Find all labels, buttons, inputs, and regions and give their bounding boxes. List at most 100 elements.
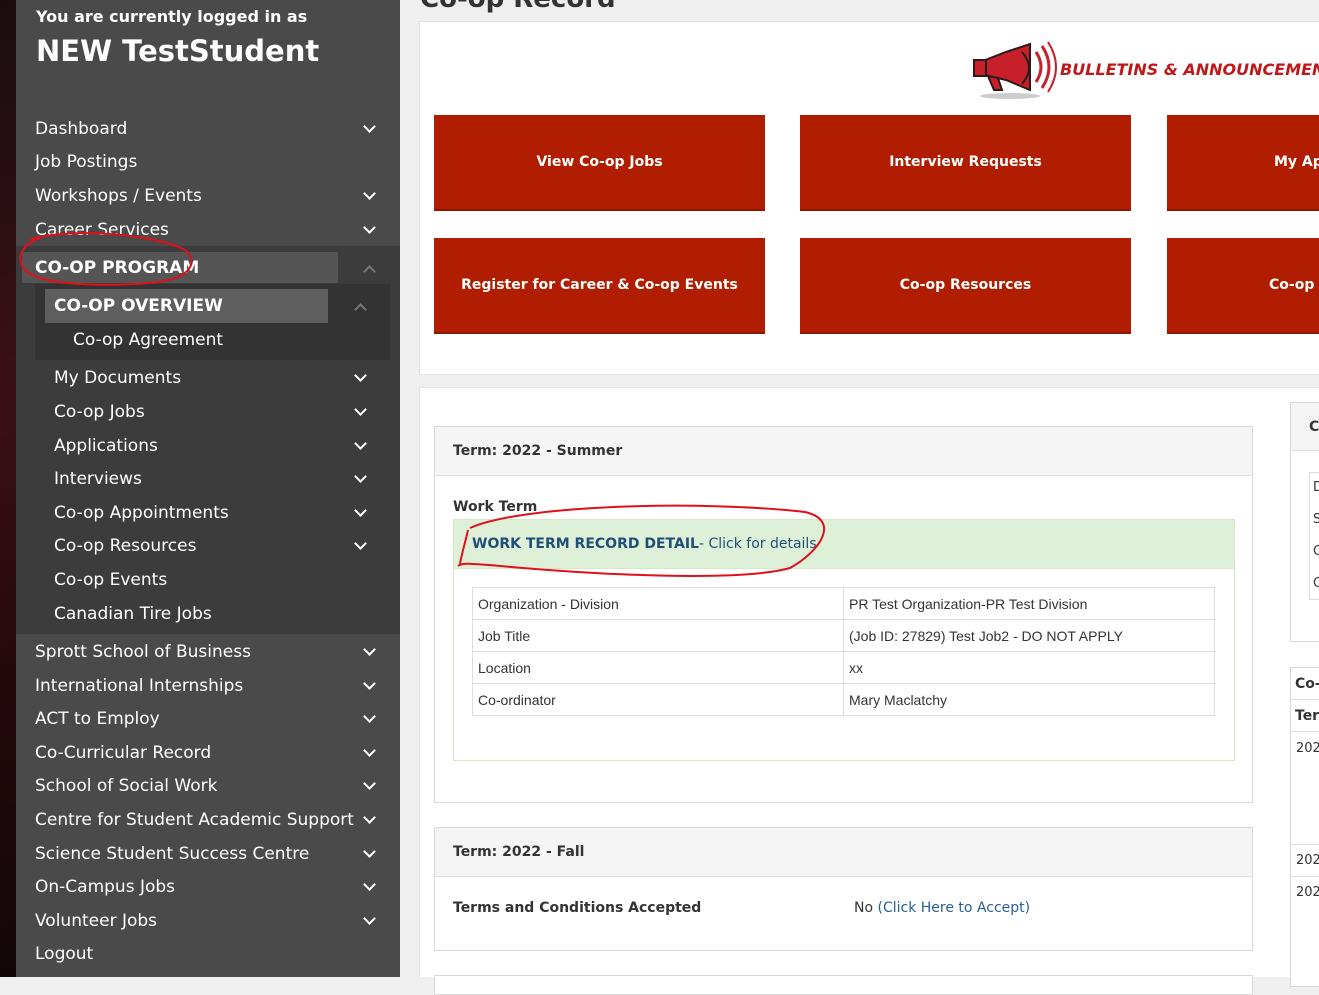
sidebar-item-coop-jobs[interactable]: Co-op Jobs — [16, 395, 400, 429]
sidebar-item-label: Co-op Appointments — [54, 503, 229, 523]
right-card-cell: 202 — [1296, 885, 1319, 900]
row-label: Job Title — [472, 619, 844, 652]
chevron-up-icon[interactable] — [354, 303, 367, 316]
chevron-down-icon[interactable] — [363, 221, 376, 234]
right-card-title: Co- — [1295, 676, 1319, 692]
work-term-detail-suffix[interactable]: - Click for details — [699, 536, 817, 552]
sidebar-item-volunteer[interactable]: Volunteer Jobs — [16, 904, 400, 938]
sidebar-item-act-employ[interactable]: ACT to Employ — [16, 702, 400, 736]
sidebar-item-label: School of Social Work — [35, 776, 218, 796]
right-card-cell: 202 — [1296, 741, 1319, 756]
interview-requests-button[interactable]: Interview Requests — [800, 115, 1131, 211]
sidebar-item-label: Workshops / Events — [35, 186, 202, 206]
sidebar-item-applications[interactable]: Applications — [16, 429, 400, 463]
sidebar-item-label: Volunteer Jobs — [35, 911, 158, 931]
chevron-down-icon[interactable] — [354, 437, 367, 450]
sidebar: You are currently logged in as NEW TestS… — [16, 0, 400, 977]
bulletin-banner[interactable]: BULLETINS & ANNOUNCEMENTS — [970, 38, 1319, 100]
sidebar-item-label: International Internships — [35, 676, 244, 696]
sidebar-item-workshops[interactable]: Workshops / Events — [16, 179, 400, 213]
table-row: Co-ordinator Mary Maclatchy — [472, 683, 1215, 716]
sidebar-item-on-campus[interactable]: On-Campus Jobs — [16, 870, 400, 904]
chevron-down-icon[interactable] — [354, 470, 367, 483]
sidebar-item-interviews[interactable]: Interviews — [16, 462, 400, 496]
row-label: Location — [472, 651, 844, 684]
view-coop-jobs-button[interactable]: View Co-op Jobs — [434, 115, 765, 211]
sidebar-item-academic-support[interactable]: Centre for Student Academic Support — [16, 803, 400, 837]
sidebar-item-label: Sprott School of Business — [35, 642, 251, 662]
sidebar-item-sprott[interactable]: Sprott School of Business — [16, 635, 400, 669]
sidebar-item-label: Canadian Tire Jobs — [54, 604, 212, 624]
sidebar-item-dashboard[interactable]: Dashboard — [16, 112, 400, 146]
megaphone-icon — [973, 41, 1057, 99]
my-applications-button[interactable]: My Ap — [1167, 115, 1319, 211]
sidebar-item-label: Co-op Events — [54, 570, 168, 590]
register-events-button[interactable]: Register for Career & Co-op Events — [434, 238, 765, 334]
chevron-down-icon[interactable] — [363, 878, 376, 891]
chevron-down-icon[interactable] — [363, 777, 376, 790]
term-card-fall: Term: 2022 - Fall Terms and Conditions A… — [434, 827, 1253, 951]
chevron-down-icon[interactable] — [354, 504, 367, 517]
sidebar-item-logout[interactable]: Logout — [16, 937, 400, 971]
chevron-down-icon[interactable] — [354, 369, 367, 382]
chevron-down-icon[interactable] — [354, 537, 367, 550]
sidebar-item-intl-internships[interactable]: International Internships — [16, 669, 400, 703]
chevron-down-icon[interactable] — [363, 643, 376, 656]
sidebar-item-coop-program[interactable]: CO-OP PROGRAM — [16, 251, 400, 285]
chevron-down-icon[interactable] — [354, 403, 367, 416]
chevron-up-icon[interactable] — [363, 265, 376, 278]
term-card-summer: Term: 2022 - Summer Work Term WORK TERM … — [434, 426, 1253, 803]
sidebar-item-label: Career Services — [35, 220, 169, 240]
sidebar-item-job-postings[interactable]: Job Postings — [16, 145, 400, 179]
sidebar-item-label: Co-op Resources — [54, 536, 197, 556]
sidebar-item-science-success[interactable]: Science Student Success Centre — [16, 837, 400, 871]
sidebar-item-coop-agreement[interactable]: Co-op Agreement — [16, 323, 400, 357]
bulletin-text[interactable]: BULLETINS & ANNOUNCEMENTS — [1060, 60, 1319, 79]
accept-terms-link[interactable]: (Click Here to Accept) — [878, 900, 1031, 916]
sidebar-item-social-work[interactable]: School of Social Work — [16, 769, 400, 803]
chevron-down-icon[interactable] — [363, 187, 376, 200]
sidebar-item-label: CO-OP OVERVIEW — [54, 296, 223, 316]
sidebar-item-coop-appointments[interactable]: Co-op Appointments — [16, 496, 400, 530]
term-card-next — [434, 975, 1253, 995]
sidebar-item-canadian-tire-jobs[interactable]: Canadian Tire Jobs — [16, 597, 400, 631]
work-term-label: Work Term — [453, 499, 538, 515]
sidebar-item-coop-overview[interactable]: CO-OP OVERVIEW — [16, 289, 400, 323]
terms-conditions-value: No (Click Here to Accept) — [854, 900, 1030, 916]
coop-a-button[interactable]: Co-op A — [1167, 238, 1319, 334]
chevron-down-icon[interactable] — [363, 845, 376, 858]
sidebar-item-my-documents[interactable]: My Documents — [16, 361, 400, 395]
right-card-title: C — [1309, 419, 1319, 435]
right-card-cell: C — [1313, 576, 1319, 591]
chevron-down-icon[interactable] — [363, 744, 376, 757]
term-header: Term: 2022 - Summer — [435, 427, 1252, 476]
sidebar-item-label: Applications — [54, 436, 158, 456]
chevron-down-icon[interactable] — [363, 811, 376, 824]
sidebar-item-label: Interviews — [54, 469, 142, 489]
chevron-down-icon[interactable] — [363, 912, 376, 925]
right-card-column: Terr — [1295, 708, 1319, 724]
chevron-down-icon[interactable] — [363, 677, 376, 690]
sidebar-item-label: Co-Curricular Record — [35, 743, 212, 763]
sidebar-item-label: My Documents — [54, 368, 182, 388]
right-card-cell: S — [1313, 512, 1319, 527]
chevron-down-icon[interactable] — [363, 710, 376, 723]
row-label: Organization - Division — [472, 587, 844, 620]
sidebar-item-label: Job Postings — [35, 152, 138, 172]
work-term-detail-link[interactable]: WORK TERM RECORD DETAIL — [472, 536, 699, 552]
chevron-down-icon[interactable] — [363, 120, 376, 133]
sidebar-item-coop-events[interactable]: Co-op Events — [16, 563, 400, 597]
right-card-bottom: Co- Terr 202 202 202 — [1290, 667, 1319, 987]
sidebar-item-career-services[interactable]: Career Services — [16, 213, 400, 247]
logged-in-label: You are currently logged in as — [36, 7, 308, 26]
right-card-cell: 202 — [1296, 853, 1319, 868]
table-row: Organization - Division PR Test Organiza… — [472, 587, 1215, 620]
coop-resources-button[interactable]: Co-op Resources — [800, 238, 1131, 334]
terms-conditions-label: Terms and Conditions Accepted — [453, 900, 702, 916]
page-title: Co-op Record — [420, 0, 616, 14]
work-term-detail-bar[interactable]: WORK TERM RECORD DETAIL - Click for deta… — [454, 520, 1234, 569]
sidebar-item-co-curricular[interactable]: Co-Curricular Record — [16, 736, 400, 770]
right-card-cell: C — [1313, 544, 1319, 559]
sidebar-item-coop-resources[interactable]: Co-op Resources — [16, 529, 400, 563]
work-term-box: WORK TERM RECORD DETAIL - Click for deta… — [453, 519, 1235, 761]
